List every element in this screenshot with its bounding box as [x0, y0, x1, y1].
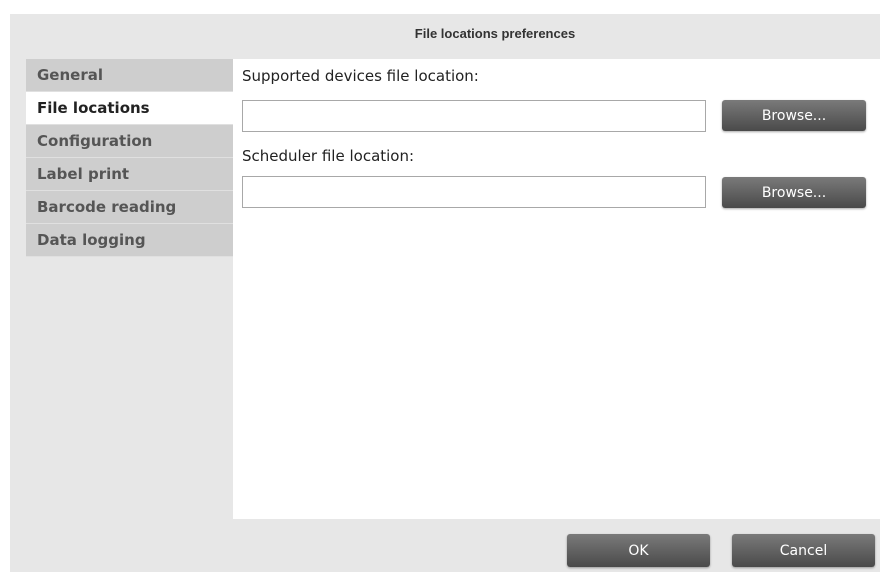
- ok-button[interactable]: OK: [567, 534, 710, 567]
- preferences-dialog: File locations preferences General File …: [10, 14, 880, 572]
- cancel-button[interactable]: Cancel: [732, 534, 875, 567]
- dialog-title: File locations preferences: [414, 26, 576, 41]
- content-panel: Supported devices file location: Browse.…: [233, 59, 880, 519]
- scheduler-path-input[interactable]: [242, 176, 706, 208]
- sidebar-item-barcode-reading[interactable]: Barcode reading: [26, 191, 233, 224]
- sidebar: General File locations Configuration Lab…: [26, 59, 233, 257]
- sidebar-item-label-print[interactable]: Label print: [26, 158, 233, 191]
- sidebar-item-configuration[interactable]: Configuration: [26, 125, 233, 158]
- sidebar-item-data-logging[interactable]: Data logging: [26, 224, 233, 257]
- supported-devices-browse-button[interactable]: Browse...: [722, 100, 866, 131]
- sidebar-item-general[interactable]: General: [26, 59, 233, 92]
- supported-devices-path-input[interactable]: [242, 100, 706, 132]
- supported-devices-label: Supported devices file location:: [242, 67, 479, 85]
- scheduler-label: Scheduler file location:: [242, 147, 415, 165]
- scheduler-browse-button[interactable]: Browse...: [722, 177, 866, 208]
- sidebar-item-file-locations[interactable]: File locations: [26, 92, 233, 125]
